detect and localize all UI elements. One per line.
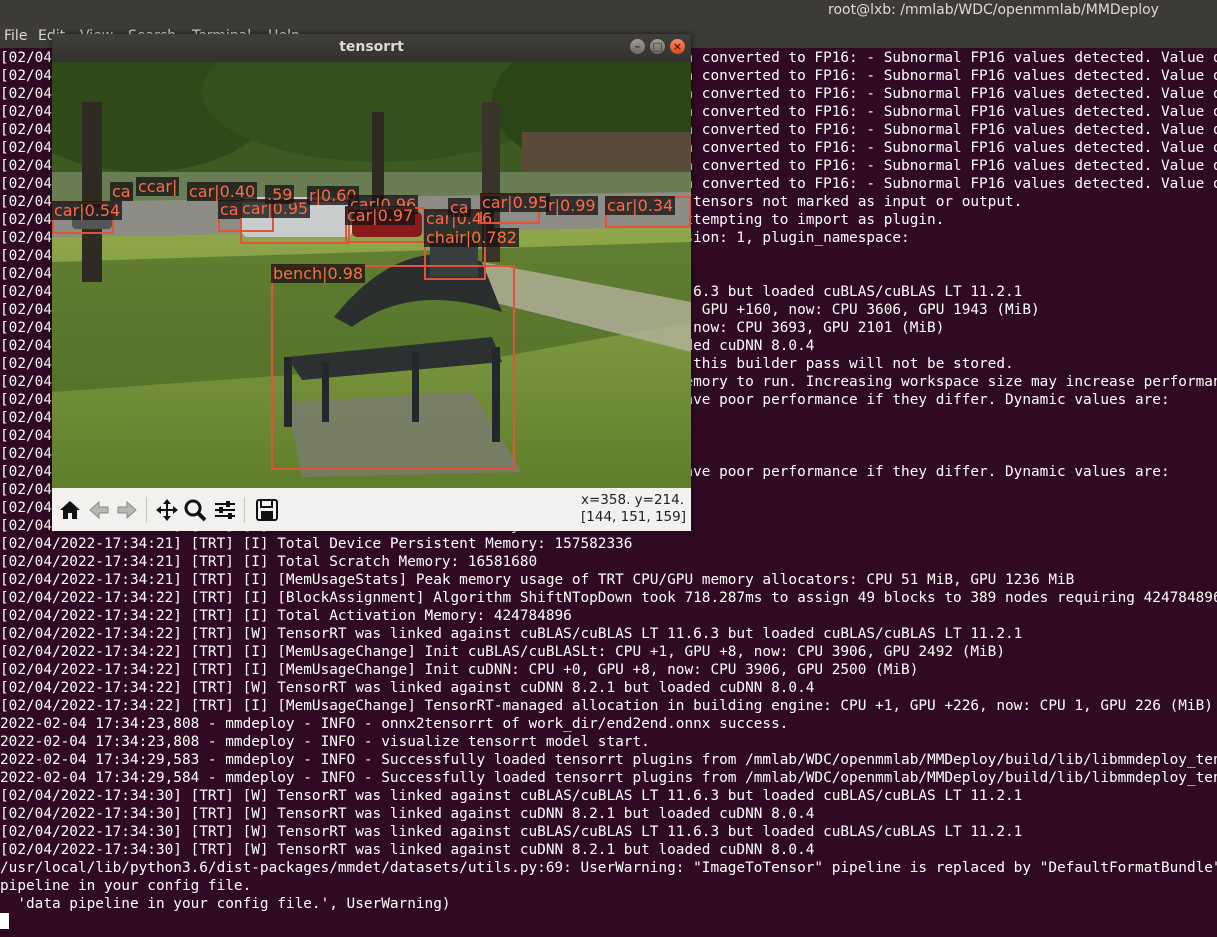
save-icon[interactable] (254, 497, 280, 523)
back-arrow-icon[interactable] (86, 497, 112, 523)
menu-file[interactable]: File (4, 28, 27, 44)
matplotlib-window: tensorrt – □ × car|0.54 ca ccar| car|0.4… (52, 34, 691, 531)
minimize-icon[interactable]: – (630, 39, 645, 54)
pixel-value: [144, 151, 159] (581, 509, 687, 525)
terminal-line: [02/04/2022-17:34:30] [TRT] [W] TensorRT… (0, 824, 1023, 840)
terminal-line: 2022-02-04 17:34:29,584 - mmdeploy - INF… (0, 770, 1217, 786)
detection-label: bench|0.98 (271, 264, 366, 283)
detection-label: chair|0.782 (424, 228, 519, 247)
cursor-coordinates: x=358. y=214. (581, 492, 685, 508)
matplotlib-toolbar: x=358. y=214. [144, 151, 159] (52, 488, 691, 531)
detection-image[interactable]: car|0.54 ca ccar| car|0.40 ca car|0.95 .… (52, 62, 691, 488)
cursor-icon (0, 913, 9, 929)
detection-label: car|0.97 (345, 206, 416, 225)
matplotlib-window-title: tensorrt (339, 39, 404, 55)
toolbar-separator (146, 497, 147, 523)
system-top-bar: root@lxb: /mmlab/WDC/openmmlab/MMDeploy (0, 0, 1217, 22)
terminal-line: [02/04/2022-17:34:22] [TRT] [W] TensorRT… (0, 626, 1023, 642)
close-icon[interactable]: × (670, 39, 685, 54)
terminal-line: 2022-02-04 17:34:29,583 - mmdeploy - INF… (0, 752, 1217, 768)
toolbar-separator (244, 497, 245, 523)
terminal-line: [02/04/2022-17:34:22] [TRT] [I] [MemUsag… (0, 698, 1213, 714)
terminal-line: 2022-02-04 17:34:23,808 - mmdeploy - INF… (0, 734, 650, 750)
detection-label: car|0.34 (605, 196, 676, 215)
terminal-line: [02/04/2022-17:34:22] [TRT] [I] [MemUsag… (0, 644, 1006, 660)
detection-label: car|0.95 (480, 193, 551, 212)
detection-label: ccar| (136, 177, 180, 196)
terminal-line: [02/04/2022-17:34:30] [TRT] [W] TensorRT… (0, 806, 815, 822)
detection-label: r|0.99 (546, 196, 598, 215)
terminal-line: [02/04/2022-17:34:21] [TRT] [I] Total Sc… (0, 554, 538, 570)
detection-label: .59 (265, 185, 295, 204)
home-icon[interactable] (57, 497, 83, 523)
terminal-line: [02/04/2022-17:34:30] [TRT] [W] TensorRT… (0, 788, 1023, 804)
detection-label: car|0.54 (52, 201, 123, 220)
terminal-line: [02/04/2022-17:34:30] [TRT] [W] TensorRT… (0, 842, 815, 858)
cursor-readout: x=358. y=214. [144, 151, 159] (581, 492, 686, 526)
terminal-prompt-line[interactable] (0, 913, 1217, 931)
matplotlib-title-bar[interactable]: tensorrt – □ × (52, 34, 691, 62)
terminal-line: /usr/local/lib/python3.6/dist-packages/m… (0, 860, 1217, 876)
detection-label: ca (448, 198, 471, 217)
terminal-line: [02/04/2022-17:34:21] [TRT] [I] [MemUsag… (0, 572, 1075, 588)
bbox-bench (271, 265, 515, 470)
forward-arrow-icon[interactable] (114, 497, 140, 523)
detection-label: ca (218, 200, 241, 219)
terminal-line: [02/04/2022-17:34:22] [TRT] [I] [MemUsag… (0, 662, 919, 678)
maximize-icon[interactable]: □ (650, 39, 665, 54)
terminal-line: [02/04/2022-17:34:22] [TRT] [W] TensorRT… (0, 680, 815, 696)
pan-icon[interactable] (154, 497, 180, 523)
terminal-line: pipeline in your config file. (0, 878, 252, 894)
terminal-line: 2022-02-04 17:34:23,808 - mmdeploy - INF… (0, 716, 789, 732)
terminal-line: [02/04/2022-17:34:22] [TRT] [I] [BlockAs… (0, 590, 1217, 606)
terminal-line: 'data pipeline in your config file.', Us… (0, 896, 451, 912)
detection-label: ca (110, 182, 133, 201)
zoom-icon[interactable] (182, 497, 208, 523)
configure-subplots-icon[interactable] (212, 497, 238, 523)
terminal-window-title: root@lxb: /mmlab/WDC/openmmlab/MMDeploy (828, 2, 1159, 18)
terminal-line: [02/04/2022-17:34:21] [TRT] [I] Total De… (0, 536, 633, 552)
terminal-line: [02/04/2022-17:34:22] [TRT] [I] Total Ac… (0, 608, 572, 624)
